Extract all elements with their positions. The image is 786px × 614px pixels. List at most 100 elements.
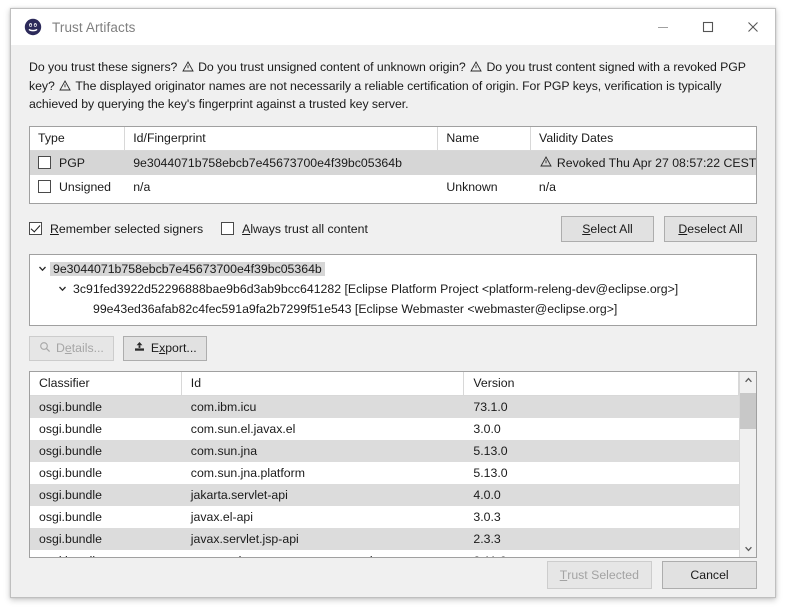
trust-selected-button[interactable]: Trust Selected: [546, 561, 652, 590]
select-all-rest: elect All: [590, 221, 633, 236]
magnifier-icon: [39, 341, 51, 356]
dialog-content: Do you trust these signers? Do you trust…: [11, 45, 775, 597]
signer-fingerprint-cell: 9e3044071b758ebcb7e45673700e4f39bc05364b: [133, 155, 402, 170]
options-row: Remember selected signers Always trust a…: [29, 215, 757, 242]
trust-artifacts-dialog: Trust Artifacts Do you trust these signe…: [10, 8, 776, 598]
artifact-classifier: osgi.bundle: [30, 550, 182, 557]
tree-node-root[interactable]: 9e3044071b758ebcb7e45673700e4f39bc05364b: [30, 259, 756, 279]
tree-node-child[interactable]: 3c91fed3922d52296888bae9b6d3ab9bcc641282…: [30, 279, 756, 299]
signer-validity-label: Revoked Thu Apr 27 08:57:22 CEST 2023: [556, 155, 757, 170]
mnemonic: D: [678, 221, 688, 236]
checkbox-box: [29, 222, 42, 235]
maximize-button[interactable]: [685, 9, 730, 45]
artifact-classifier: osgi.bundle: [39, 509, 102, 524]
signer-name-cell: Unknown: [446, 179, 498, 194]
export-icon: [133, 341, 146, 356]
column-header-validity[interactable]: Validity Dates: [531, 127, 756, 150]
signer-type-cell[interactable]: PGP: [30, 151, 125, 175]
warning-icon: [540, 155, 552, 170]
artifacts-table-body: Classifier Id Version osgi.bundle com.ib…: [30, 371, 739, 557]
checkbox-box: [221, 222, 235, 235]
cancel-button[interactable]: Cancel: [662, 561, 757, 590]
details-button[interactable]: Details...: [29, 335, 114, 361]
selection-buttons: Select All Deselect All: [561, 215, 757, 242]
artifact-version: 2.3.3: [473, 531, 501, 546]
warning-icon: [59, 79, 71, 97]
artifact-classifier: osgi.bundle: [39, 487, 102, 502]
signers-table[interactable]: Type Id/Fingerprint Name Validity Dates …: [29, 125, 757, 204]
chevron-down-icon[interactable]: [54, 284, 70, 293]
table-row[interactable]: osgi.bundle com.sun.el.javax.el 3.0.0: [30, 418, 739, 440]
details-label: Details...: [56, 341, 104, 355]
trust-selected-rest: rust Selected: [567, 568, 639, 583]
table-row[interactable]: PGP 9e3044071b758ebcb7e45673700e4f39bc05…: [30, 150, 756, 175]
mnemonic: S: [582, 221, 591, 236]
minimize-button[interactable]: [640, 9, 685, 45]
signer-type-label: Unsigned: [59, 179, 111, 194]
table-row[interactable]: osgi.bundle org.apache.commons.commons-i…: [30, 550, 739, 557]
artifact-classifier: osgi.bundle: [39, 443, 102, 458]
artifact-id: com.sun.jna: [190, 443, 258, 458]
remember-selected-signers-checkbox[interactable]: Remember selected signers: [29, 222, 203, 236]
column-header-classifier[interactable]: Classifier: [30, 371, 182, 395]
description-text: Do you trust these signers? Do you trust…: [29, 59, 757, 114]
select-all-button[interactable]: Select All: [561, 215, 654, 242]
always-trust-all-content-checkbox[interactable]: Always trust all content: [221, 222, 368, 236]
artifact-version: 4.0.0: [473, 487, 501, 502]
column-header-fingerprint[interactable]: Id/Fingerprint: [125, 126, 439, 150]
artifact-classifier: osgi.bundle: [39, 421, 102, 436]
vertical-scrollbar[interactable]: [739, 371, 756, 557]
mnemonic: T: [559, 568, 568, 583]
scroll-down-arrow-icon[interactable]: [740, 540, 756, 557]
column-header-type[interactable]: Type: [30, 126, 126, 150]
window-title: Trust Artifacts: [52, 19, 136, 35]
signer-fingerprint-cell: n/a: [133, 179, 151, 194]
mnemonic: e: [64, 341, 72, 355]
close-button[interactable]: [730, 9, 775, 45]
mnemonic: R: [50, 221, 59, 236]
artifact-id: javax.el-api: [190, 509, 253, 524]
artifact-version: 3.0.0: [473, 421, 501, 436]
description-note: The displayed originator names are not n…: [29, 78, 722, 112]
signer-type-cell[interactable]: Unsigned: [30, 175, 125, 199]
artifact-version: 5.13.0: [473, 465, 508, 480]
column-header-version[interactable]: Version: [464, 371, 739, 395]
signer-type-label: PGP: [59, 155, 85, 170]
remember-label: Remember selected signers: [50, 222, 203, 236]
table-row[interactable]: osgi.bundle com.ibm.icu 73.1.0: [30, 395, 739, 418]
table-row[interactable]: osgi.bundle com.sun.jna.platform 5.13.0: [30, 462, 739, 484]
export-rest: port...: [165, 341, 197, 355]
artifact-classifier: osgi.bundle: [39, 531, 102, 546]
signer-validity-cell: n/a: [538, 179, 557, 194]
artifact-id: javax.servlet.jsp-api: [190, 531, 299, 546]
signer-checkbox[interactable]: [38, 156, 51, 169]
tree-node-leaf[interactable]: 99e43ed36afab82c4fec591a9fa2b7299f51e543…: [30, 299, 756, 319]
scrollbar-track[interactable]: [740, 389, 756, 540]
chevron-down-icon[interactable]: [34, 264, 50, 273]
signer-checkbox[interactable]: [38, 180, 51, 193]
column-header-id[interactable]: Id: [182, 371, 465, 395]
table-row[interactable]: osgi.bundle javax.servlet.jsp-api 2.3.3: [30, 527, 739, 550]
title-bar: Trust Artifacts: [11, 9, 775, 45]
artifact-version: 3.0.3: [473, 509, 501, 524]
signer-validity-cell: Revoked Thu Apr 27 08:57:22 CEST 2023: [531, 151, 756, 175]
artifact-id: com.sun.jna.platform: [190, 465, 305, 480]
artifact-id: com.ibm.icu: [190, 399, 257, 414]
signer-name-cell: [438, 151, 531, 175]
scrollbar-thumb[interactable]: [740, 392, 756, 429]
table-row[interactable]: Unsigned n/a Unknown n/a: [30, 175, 756, 199]
signer-chain-tree[interactable]: 9e3044071b758ebcb7e45673700e4f39bc05364b…: [29, 253, 757, 326]
scroll-up-arrow-icon[interactable]: [740, 372, 756, 389]
column-header-name[interactable]: Name: [438, 126, 532, 150]
eclipse-icon: [24, 18, 42, 36]
table-row[interactable]: osgi.bundle jakarta.servlet-api 4.0.0: [30, 483, 739, 506]
artifact-version: 73.1.0: [473, 399, 508, 414]
artifacts-table[interactable]: Classifier Id Version osgi.bundle com.ib…: [29, 370, 757, 558]
deselect-all-button[interactable]: Deselect All: [664, 215, 757, 242]
description-question-2: Do you trust unsigned content of unknown…: [198, 60, 466, 74]
artifact-classifier: osgi.bundle: [39, 399, 102, 414]
table-row[interactable]: osgi.bundle javax.el-api 3.0.3: [30, 506, 739, 528]
deselect-all-rest: eselect All: [687, 221, 743, 236]
table-row[interactable]: osgi.bundle com.sun.jna 5.13.0: [30, 439, 739, 462]
export-button[interactable]: Export...: [122, 335, 207, 361]
